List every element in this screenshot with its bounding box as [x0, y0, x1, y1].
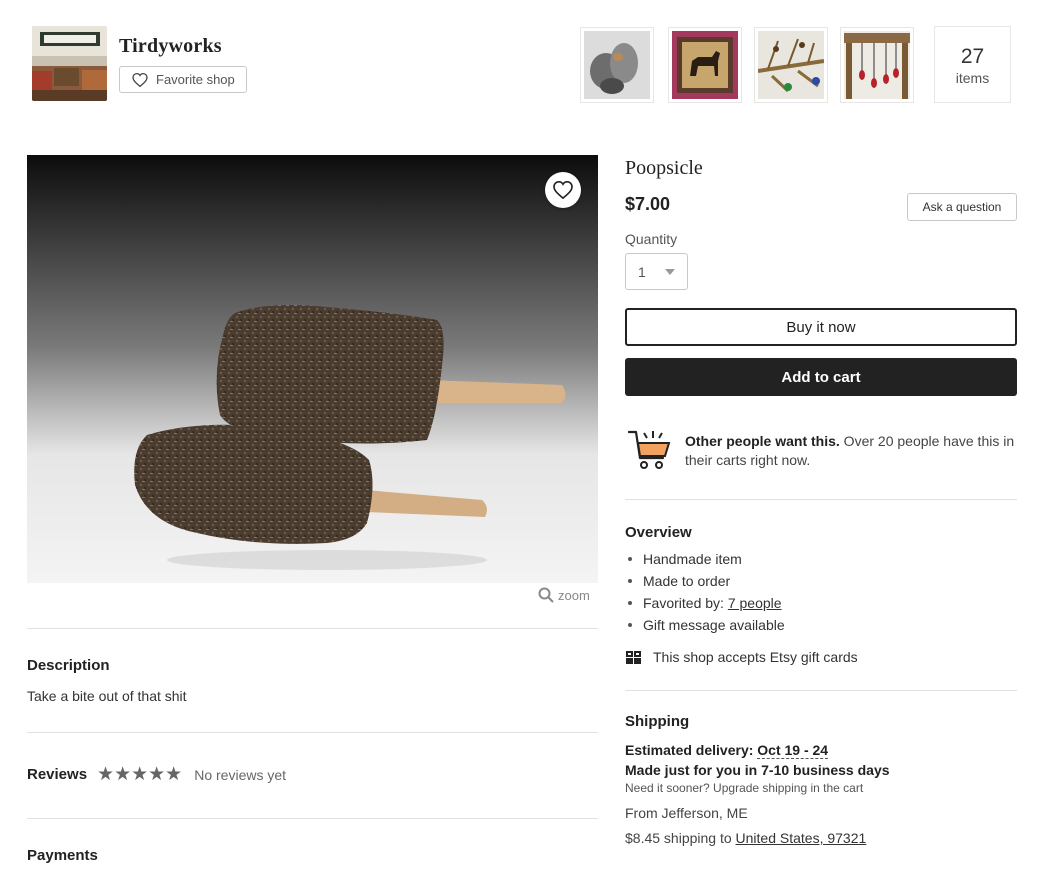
reviews-header[interactable]: Reviews ★★★★★ No reviews yet [27, 765, 286, 784]
gift-card-icon [626, 650, 641, 664]
demand-notice-bold: Other people want this. [685, 433, 840, 449]
reviews-title: Reviews [27, 766, 88, 783]
ask-question-button[interactable]: Ask a question [907, 193, 1017, 221]
items-label: items [955, 69, 990, 86]
list-item: Gift message available [625, 614, 785, 636]
favorite-shop-label: Favorite shop [156, 72, 235, 87]
estimated-delivery-dates[interactable]: Oct 19 - 24 [757, 742, 829, 759]
listing-title: Poopsicle [625, 157, 703, 179]
cart-icon [627, 428, 671, 475]
quantity-label: Quantity [625, 231, 678, 247]
divider [625, 499, 1017, 500]
list-item: Favorited by: 7 people [625, 592, 785, 614]
quantity-value: 1 [638, 263, 646, 280]
star-rating: ★★★★★ [97, 765, 182, 784]
estimated-delivery: Estimated delivery: Oct 19 - 24 [625, 742, 829, 759]
description-text: Take a bite out of that shit [27, 688, 187, 704]
payments-title[interactable]: Payments [27, 847, 98, 864]
shop-listing-thumbnail[interactable] [668, 27, 742, 103]
shipping-title: Shipping [625, 713, 690, 730]
zoom-label: zoom [558, 587, 590, 603]
demand-notice: Other people want this. Over 20 people h… [685, 432, 1020, 470]
favorite-shop-button[interactable]: Favorite shop [119, 66, 247, 93]
quantity-select[interactable]: 1 [625, 253, 688, 290]
chevron-down-icon [665, 269, 675, 275]
reviews-status: No reviews yet [194, 766, 287, 783]
items-count: 27 [960, 44, 985, 68]
gift-card-text: This shop accepts Etsy gift cards [653, 649, 858, 665]
list-item: Made to order [625, 570, 785, 592]
shop-items-count[interactable]: 27 items [934, 26, 1011, 103]
shipping-destination-link[interactable]: United States, 97321 [736, 830, 867, 846]
shop-listing-thumbnail[interactable] [580, 27, 654, 103]
main-product-image[interactable] [27, 155, 598, 583]
buy-it-now-button[interactable]: Buy it now [625, 308, 1017, 346]
heart-icon [553, 181, 573, 199]
overview-title: Overview [625, 524, 692, 541]
shop-listing-thumbnail[interactable] [840, 27, 914, 103]
description-title[interactable]: Description [27, 657, 110, 674]
listing-price: $7.00 [625, 194, 671, 214]
shop-name[interactable]: Tirdyworks [119, 35, 222, 58]
divider [625, 690, 1017, 691]
favorited-by-link[interactable]: 7 people [728, 595, 782, 611]
add-to-cart-button[interactable]: Add to cart [625, 358, 1017, 396]
processing-time: Made just for you in 7-10 business days [625, 762, 890, 778]
favorite-item-button[interactable] [545, 172, 581, 208]
shop-listing-thumbnail[interactable] [754, 27, 828, 103]
upgrade-shipping-note: Need it sooner? Upgrade shipping in the … [625, 781, 864, 795]
divider [27, 628, 598, 629]
overview-list: Handmade item Made to order Favorited by… [625, 548, 785, 636]
ships-from: From Jefferson, ME [625, 805, 748, 821]
shipping-cost: $8.45 shipping to United States, 97321 [625, 830, 867, 846]
zoom-button[interactable]: zoom [538, 587, 590, 603]
divider [27, 732, 598, 733]
divider [27, 818, 598, 819]
gift-card-notice: This shop accepts Etsy gift cards [626, 649, 858, 665]
list-item: Handmade item [625, 548, 785, 570]
shop-avatar[interactable] [32, 26, 107, 101]
heart-icon [132, 72, 148, 87]
magnifier-icon [538, 587, 554, 603]
stars-icon: ★★★★★ [97, 764, 183, 785]
